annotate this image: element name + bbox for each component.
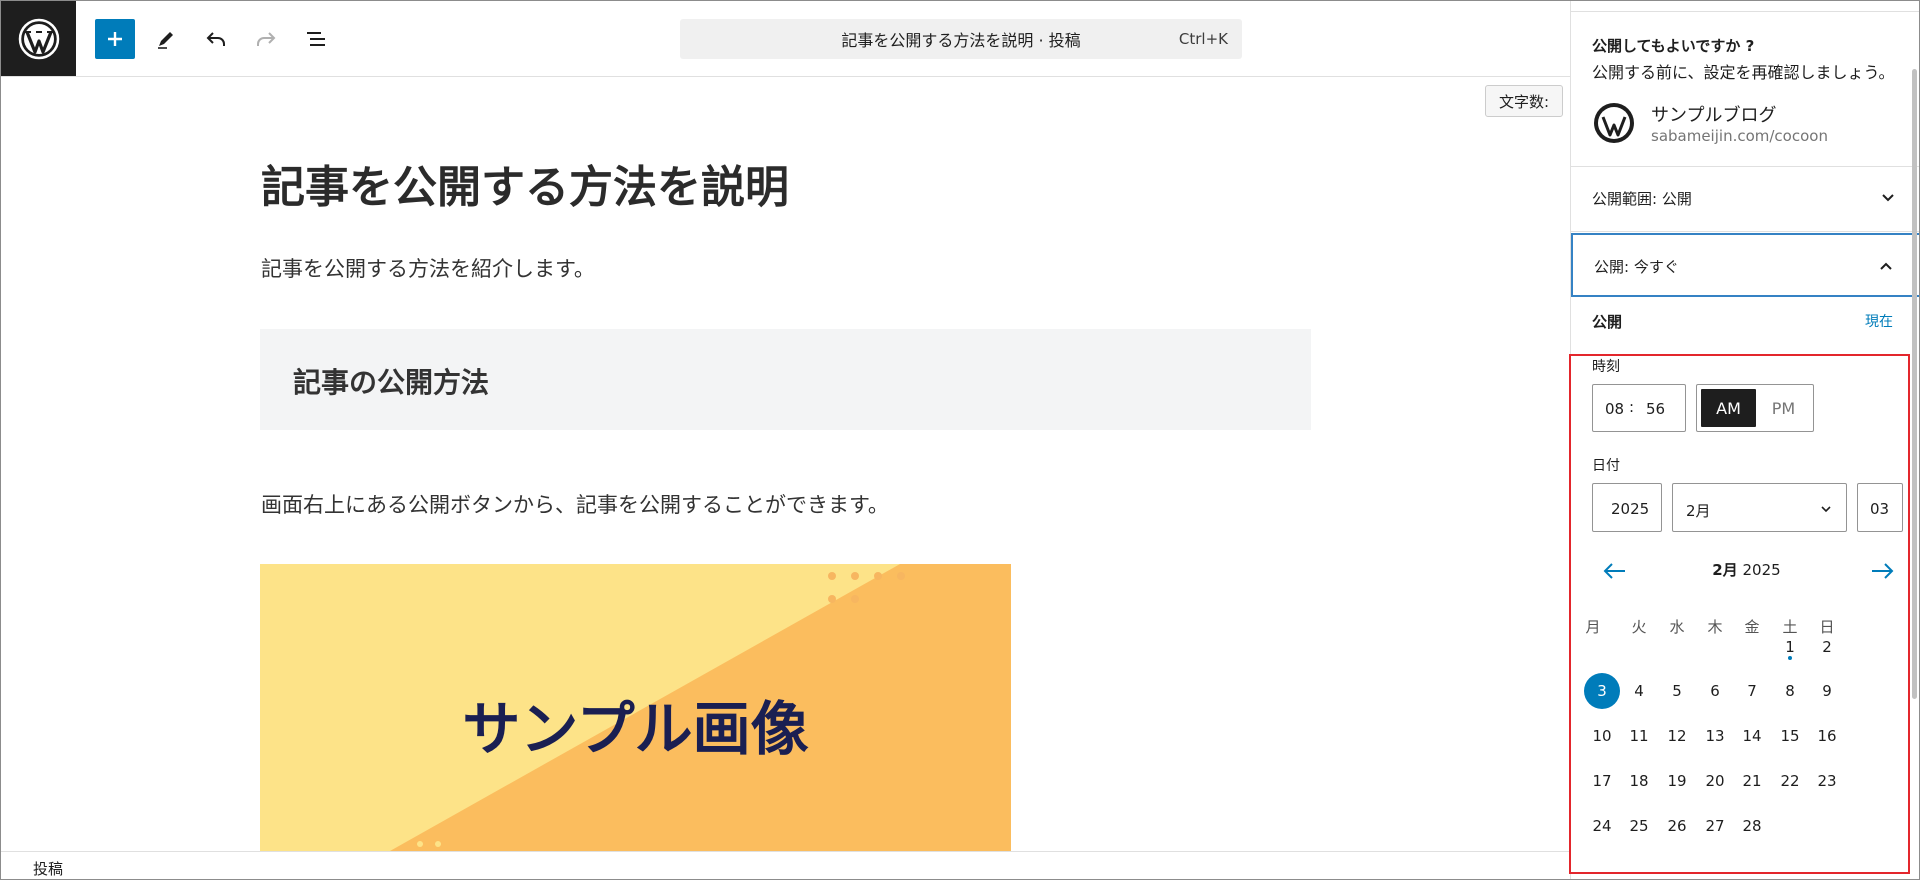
month-select[interactable]: 2月: [1672, 483, 1847, 532]
wordpress-logo-icon: [18, 18, 59, 59]
image-block[interactable]: サンプル画像: [260, 564, 1011, 851]
minute-input[interactable]: 56: [1646, 400, 1665, 418]
calendar-day[interactable]: 10: [1582, 719, 1622, 753]
calendar-day[interactable]: 25: [1619, 809, 1659, 843]
calendar-day[interactable]: 7: [1732, 674, 1772, 708]
breadcrumb[interactable]: 投稿: [33, 858, 63, 879]
chevron-up-icon: [1880, 262, 1892, 270]
document-overview-button[interactable]: [296, 19, 336, 59]
calendar-day[interactable]: 19: [1657, 764, 1697, 798]
calendar-year: 2025: [1742, 561, 1781, 579]
calendar-day[interactable]: 5: [1657, 674, 1697, 708]
tools-button[interactable]: [146, 19, 186, 59]
calendar-day[interactable]: 8: [1770, 674, 1810, 708]
calendar-day[interactable]: 16: [1807, 719, 1847, 753]
calendar-day[interactable]: 9: [1807, 674, 1847, 708]
undo-button[interactable]: [196, 19, 236, 59]
redo-icon: [257, 32, 276, 46]
document-bar[interactable]: 記事を公開する方法を説明 · 投稿 Ctrl+K: [680, 19, 1242, 59]
publish-question: 公開してもよいですか ?: [1592, 37, 1755, 55]
command-shortcut: Ctrl+K: [1178, 30, 1228, 48]
time-separator: :: [1629, 398, 1635, 416]
time-label: 時刻: [1592, 359, 1620, 375]
heading-block[interactable]: 記事の公開方法: [260, 329, 1311, 430]
divider: [1571, 231, 1919, 232]
calendar-day[interactable]: 18: [1619, 764, 1659, 798]
redo-button[interactable]: [246, 19, 286, 59]
calendar-day[interactable]: 23: [1807, 764, 1847, 798]
calendar-day[interactable]: 15: [1770, 719, 1810, 753]
heading-text: 記事の公開方法: [293, 366, 490, 399]
site-icon: [1594, 103, 1634, 143]
am-button[interactable]: AM: [1701, 389, 1756, 427]
year-input[interactable]: 2025: [1592, 483, 1662, 532]
year-value: 2025: [1611, 500, 1650, 518]
weekday-label: 水: [1669, 618, 1685, 636]
day-value: 03: [1870, 500, 1890, 518]
hour-input[interactable]: 08: [1605, 400, 1624, 418]
calendar-day[interactable]: 6: [1695, 674, 1735, 708]
editor-toolbar: 記事を公開する方法を説明 · 投稿 Ctrl+K: [1, 1, 1570, 77]
plus-icon: [108, 32, 122, 46]
document-bar-title: 記事を公開する方法を説明 · 投稿: [841, 31, 1081, 50]
image-caption-text: サンプル画像: [462, 695, 809, 763]
visibility-label: 公開範囲: 公開: [1592, 190, 1692, 208]
calendar-day[interactable]: 1: [1770, 630, 1810, 664]
calendar-day[interactable]: 11: [1619, 719, 1659, 753]
weekday-label: 金: [1744, 618, 1760, 636]
date-label: 日付: [1592, 458, 1620, 474]
weekday-label: 木: [1707, 618, 1723, 636]
weekday-label: 月: [1585, 618, 1601, 636]
word-count-badge: 文字数:: [1485, 85, 1563, 117]
editor-window: 記事を公開する方法を説明 · 投稿 Ctrl+K 文字数: 記事を公開する方法を…: [0, 0, 1920, 880]
now-button[interactable]: 現在: [1865, 311, 1893, 331]
publish-date-panel-toggle[interactable]: 公開: 今すぐ: [1571, 233, 1919, 297]
publish-date-label: 公開: 今すぐ: [1594, 258, 1679, 276]
calendar-day[interactable]: 12: [1657, 719, 1697, 753]
calendar-day[interactable]: 14: [1732, 719, 1772, 753]
calendar-day[interactable]: 20: [1695, 764, 1735, 798]
add-block-button[interactable]: [95, 19, 135, 59]
calendar-day-selected[interactable]: 3: [1582, 673, 1622, 709]
day-input[interactable]: 03: [1857, 483, 1903, 532]
calendar-day[interactable]: 21: [1732, 764, 1772, 798]
site-name: サンプルブログ: [1651, 105, 1777, 126]
pm-button[interactable]: PM: [1756, 389, 1811, 427]
next-month-arrow-icon[interactable]: [1868, 559, 1898, 583]
calendar-day[interactable]: 17: [1582, 764, 1622, 798]
pencil-icon: [158, 32, 173, 49]
calendar-day[interactable]: 27: [1695, 809, 1735, 843]
publish-heading: 公開: [1592, 313, 1623, 331]
publish-subtitle: 公開する前に、設定を再確認しましょう。: [1592, 63, 1895, 82]
am-pm-toggle: AM PM: [1696, 384, 1814, 432]
calendar-day[interactable]: 28: [1732, 809, 1772, 843]
divider: [1571, 11, 1919, 12]
sidebar-scrollbar[interactable]: [1912, 69, 1917, 699]
visibility-panel-toggle[interactable]: 公開範囲: 公開: [1571, 167, 1919, 229]
chevron-down-icon: [1821, 506, 1831, 513]
paragraph-block[interactable]: 記事を公開する方法を紹介します。: [261, 253, 595, 283]
undo-icon: [206, 32, 225, 46]
paragraph-block-2[interactable]: 画面右上にある公開ボタンから、記事を公開することができます。: [261, 489, 889, 519]
calendar-day[interactable]: 2: [1807, 630, 1847, 664]
time-input: 08 : 56: [1592, 384, 1686, 432]
chevron-down-icon: [1882, 194, 1894, 202]
post-title[interactable]: 記事を公開する方法を説明: [261, 151, 789, 215]
pre-publish-panel: 公開してもよいですか ? 公開する前に、設定を再確認しましょう。 サンプルブログ…: [1570, 1, 1919, 879]
calendar-day[interactable]: 4: [1619, 674, 1659, 708]
weekday-label: 火: [1631, 618, 1647, 636]
editor-footer: 投稿: [1, 851, 1570, 879]
wordpress-logo-button[interactable]: [1, 1, 76, 76]
word-count-label: 文字数:: [1498, 92, 1550, 111]
calendar-day[interactable]: 24: [1582, 809, 1622, 843]
site-url: sabameijin.com/cocoon: [1651, 127, 1828, 145]
calendar-month: 2月: [1712, 561, 1738, 579]
calendar-day[interactable]: 26: [1657, 809, 1697, 843]
calendar-day[interactable]: 22: [1770, 764, 1810, 798]
calendar-day[interactable]: 13: [1695, 719, 1735, 753]
month-value: 2月: [1686, 502, 1711, 520]
list-view-icon: [307, 32, 325, 46]
